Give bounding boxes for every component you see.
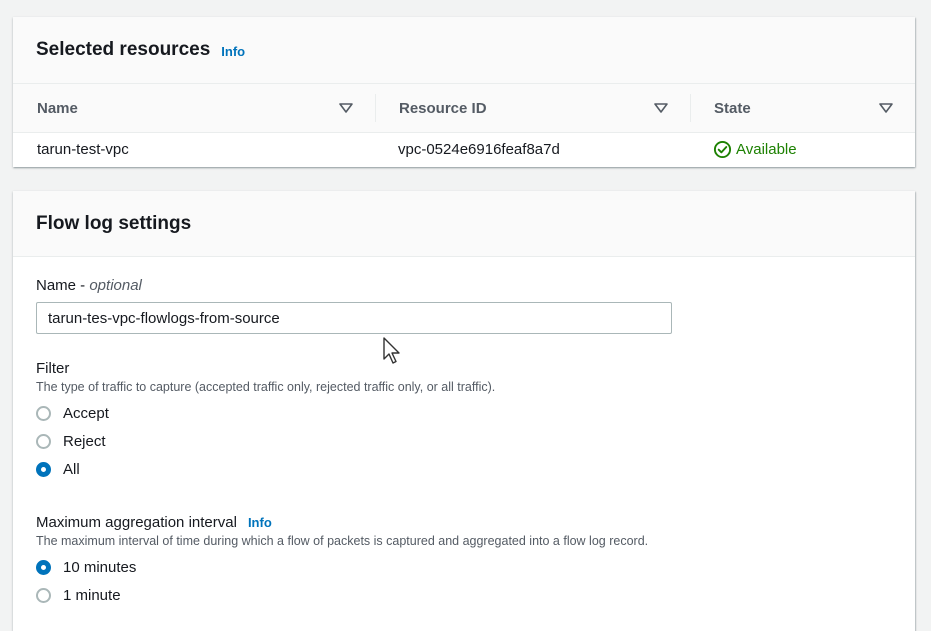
- flow-log-settings-title: Flow log settings: [36, 212, 192, 234]
- flow-log-settings-header: Flow log settings: [13, 191, 915, 257]
- radio-label: 10 minutes: [63, 558, 137, 576]
- column-header-resource-id-label: Resource ID: [399, 99, 487, 117]
- radio-button-selected[interactable]: [36, 461, 51, 477]
- aggregation-description: The maximum interval of time during whic…: [36, 534, 649, 548]
- filter-option-accept[interactable]: Accept: [36, 399, 892, 427]
- column-header-name[interactable]: Name: [13, 84, 375, 132]
- selected-resources-info-link[interactable]: Info: [221, 44, 245, 59]
- column-header-name-label: Name: [37, 99, 78, 117]
- radio-button-selected[interactable]: [36, 559, 51, 575]
- optional-label: optional: [89, 277, 142, 294]
- table-row: tarun-test-vpc vpc-0524e6916feaf8a7d Ava…: [13, 133, 915, 166]
- aggregation-radio-group: 10 minutes 1 minute: [36, 553, 892, 609]
- aggregation-option-10-minutes[interactable]: 10 minutes: [36, 553, 892, 581]
- selected-resources-header: Selected resources Info: [13, 17, 915, 84]
- column-header-resource-id[interactable]: Resource ID: [375, 84, 690, 132]
- filter-radio-group: Accept Reject All: [36, 399, 892, 483]
- radio-button[interactable]: [36, 433, 51, 449]
- cell-name: tarun-test-vpc: [37, 141, 129, 158]
- sort-caret-icon[interactable]: [339, 103, 353, 113]
- aggregation-option-1-minute[interactable]: 1 minute: [36, 581, 892, 609]
- aggregation-label-row: Maximum aggregation interval Info: [36, 514, 892, 531]
- check-circle-icon: [713, 140, 732, 159]
- filter-field: Filter The type of traffic to capture (a…: [36, 360, 892, 483]
- aggregation-interval-field: Maximum aggregation interval Info The ma…: [36, 514, 892, 609]
- filter-option-reject[interactable]: Reject: [36, 427, 892, 455]
- radio-label: 1 minute: [63, 586, 121, 604]
- name-label-text: Name -: [36, 277, 90, 294]
- selected-resources-title: Selected resources: [36, 39, 211, 60]
- flow-log-form: Name - optional Filter The type of traff…: [13, 257, 915, 629]
- resources-table-header: Name Resource ID State: [13, 84, 915, 133]
- cell-resource-id: vpc-0524e6916feaf8a7d: [398, 141, 560, 158]
- filter-description: The type of traffic to capture (accepted…: [36, 380, 496, 394]
- radio-label: Reject: [63, 432, 106, 450]
- selected-resources-panel: Selected resources Info Name Resource ID…: [13, 17, 915, 167]
- name-field-label: Name - optional: [36, 277, 892, 294]
- name-field: Name - optional: [36, 277, 892, 334]
- status-text: Available: [736, 141, 797, 158]
- flow-log-name-input[interactable]: [36, 302, 672, 334]
- cell-state: Available: [690, 140, 915, 159]
- radio-button[interactable]: [36, 587, 51, 603]
- radio-button[interactable]: [36, 405, 51, 421]
- sort-caret-icon[interactable]: [654, 103, 668, 113]
- mouse-pointer-icon: [383, 337, 400, 364]
- radio-label: Accept: [63, 404, 109, 422]
- radio-label: All: [63, 460, 80, 478]
- aggregation-info-link[interactable]: Info: [248, 515, 272, 530]
- flow-log-settings-panel: Flow log settings Name - optional Filter…: [13, 191, 915, 631]
- filter-option-all[interactable]: All: [36, 455, 892, 483]
- sort-caret-icon[interactable]: [879, 103, 893, 113]
- column-header-state-label: State: [714, 99, 751, 117]
- column-header-state[interactable]: State: [690, 84, 915, 132]
- filter-label: Filter: [36, 360, 70, 377]
- aggregation-label: Maximum aggregation interval: [36, 514, 237, 531]
